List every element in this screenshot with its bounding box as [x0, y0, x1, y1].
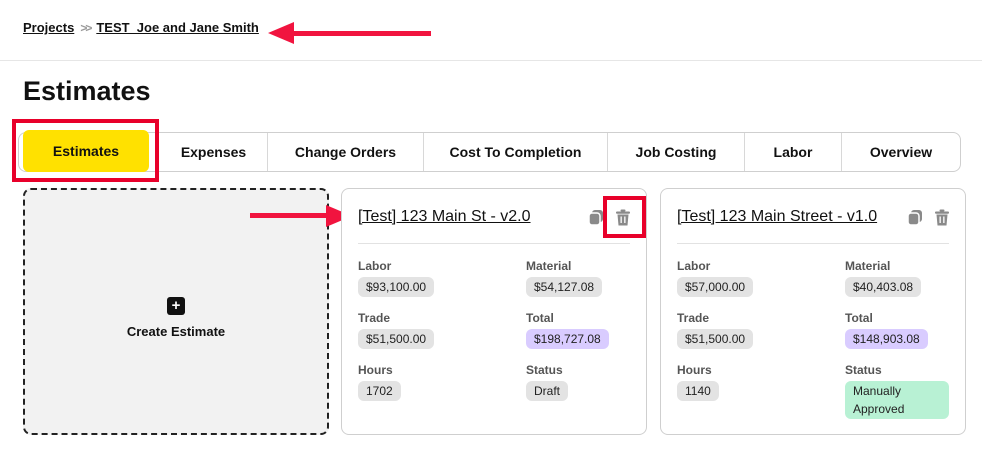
- material-value: $40,403.08: [845, 277, 922, 297]
- hours-field: Hours 1702: [358, 363, 401, 401]
- status-label: Status: [526, 363, 563, 377]
- hours-label: Hours: [358, 363, 393, 377]
- tab-labor[interactable]: Labor: [745, 133, 842, 171]
- plus-icon: +: [167, 296, 185, 315]
- total-field: Total $148,903.08: [845, 311, 928, 349]
- estimate-title-link[interactable]: [Test] 123 Main Street - v1.0: [677, 208, 877, 226]
- trash-icon[interactable]: [935, 209, 949, 226]
- labor-value: $93,100.00: [358, 277, 435, 297]
- estimate-card: [Test] 123 Main Street - v1.0 Labor $57,…: [660, 188, 966, 435]
- material-label: Material: [845, 259, 891, 273]
- hours-label: Hours: [677, 363, 712, 377]
- labor-label: Labor: [677, 259, 711, 273]
- trade-value: $51,500.00: [677, 329, 754, 349]
- card-divider: [677, 243, 949, 244]
- total-value: $198,727.08: [526, 329, 609, 349]
- tab-change-orders[interactable]: Change Orders: [268, 133, 424, 171]
- create-estimate-label: Create Estimate: [126, 323, 226, 339]
- material-field: Material $40,403.08: [845, 259, 922, 297]
- trade-label: Trade: [358, 311, 391, 325]
- tab-bar: Expenses Change Orders Cost To Completio…: [18, 132, 961, 172]
- trade-label: Trade: [677, 311, 710, 325]
- trade-field: Trade $51,500.00: [677, 311, 754, 349]
- page-title: Estimates: [23, 76, 151, 106]
- status-label: Status: [845, 363, 882, 377]
- hours-value: 1702: [358, 381, 401, 401]
- header-divider: [0, 60, 982, 61]
- material-label: Material: [526, 259, 572, 273]
- card-divider: [358, 243, 630, 244]
- breadcrumb-project-link[interactable]: TEST_Joe and Jane Smith: [96, 20, 259, 35]
- tab-job-costing[interactable]: Job Costing: [608, 133, 745, 171]
- annotation-box-estimates-tab: [12, 119, 159, 182]
- total-value: $148,903.08: [845, 329, 928, 349]
- status-badge: Manually Approved: [845, 381, 949, 419]
- duplicate-icon[interactable]: [907, 209, 923, 226]
- labor-field: Labor $57,000.00: [677, 259, 754, 297]
- total-field: Total $198,727.08: [526, 311, 609, 349]
- breadcrumb-projects-link[interactable]: Projects: [23, 20, 74, 35]
- breadcrumb: Projects >> TEST_Joe and Jane Smith: [23, 20, 259, 35]
- tab-cost-to-completion[interactable]: Cost To Completion: [424, 133, 608, 171]
- tab-overview[interactable]: Overview: [842, 133, 960, 171]
- material-value: $54,127.08: [526, 277, 603, 297]
- breadcrumb-separator: >>: [80, 20, 92, 35]
- material-field: Material $54,127.08: [526, 259, 603, 297]
- duplicate-icon[interactable]: [588, 209, 604, 226]
- hours-field: Hours 1140: [677, 363, 719, 401]
- total-label: Total: [845, 311, 873, 325]
- labor-label: Labor: [358, 259, 392, 273]
- labor-value: $57,000.00: [677, 277, 754, 297]
- trade-value: $51,500.00: [358, 329, 435, 349]
- estimate-card: [Test] 123 Main St - v2.0 Labor $93,100.…: [341, 188, 647, 435]
- hours-value: 1140: [677, 381, 719, 401]
- status-badge: Draft: [526, 381, 569, 401]
- annotation-box-trash-icon: [603, 196, 646, 238]
- estimate-title-link[interactable]: [Test] 123 Main St - v2.0: [358, 208, 531, 226]
- tab-expenses[interactable]: Expenses: [160, 133, 268, 171]
- total-label: Total: [526, 311, 554, 325]
- status-field: Status Manually Approved: [845, 363, 949, 419]
- create-estimate-card[interactable]: + Create Estimate: [23, 188, 329, 435]
- status-field: Status Draft: [526, 363, 569, 401]
- labor-field: Labor $93,100.00: [358, 259, 435, 297]
- trade-field: Trade $51,500.00: [358, 311, 435, 349]
